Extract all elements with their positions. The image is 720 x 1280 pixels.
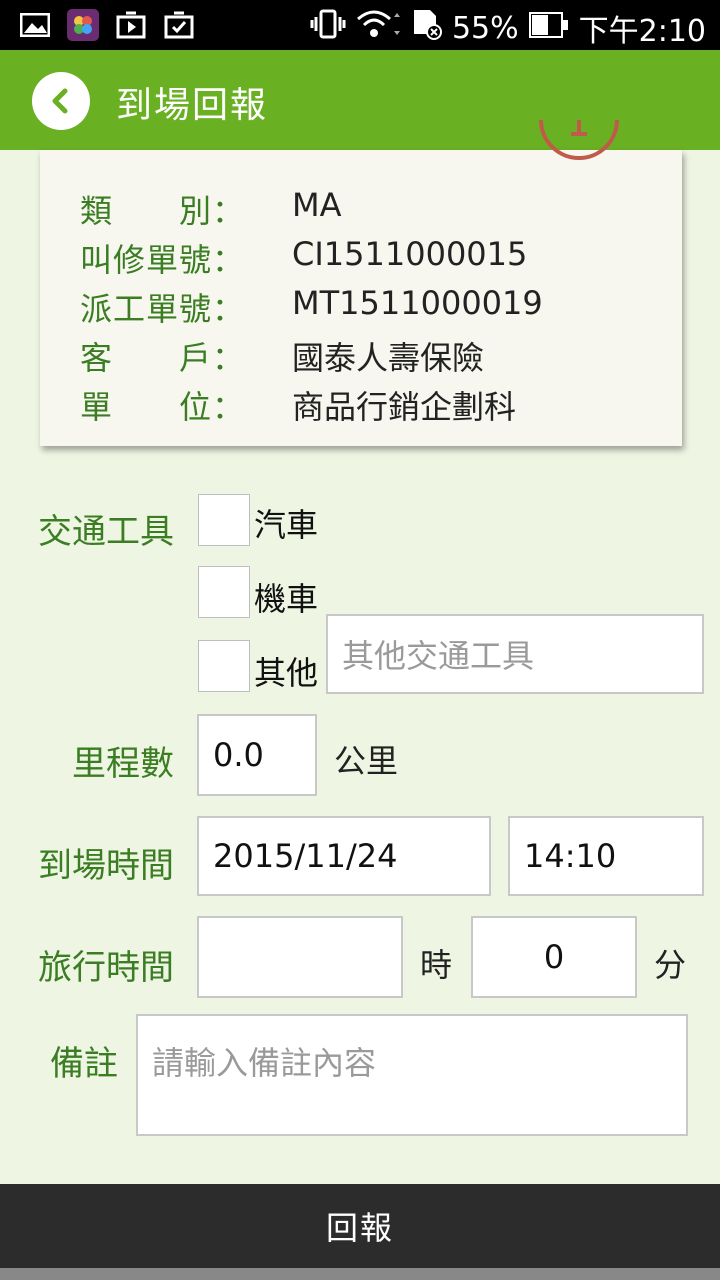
notification-icons xyxy=(18,8,196,42)
mileage-label: 里程數 xyxy=(72,744,174,784)
motorcycle-checkbox[interactable] xyxy=(198,566,250,618)
play-store-icon xyxy=(114,8,148,42)
travel-minutes-input[interactable]: 0 xyxy=(471,916,637,998)
arrival-date-input[interactable]: 2015/11/24 xyxy=(197,816,491,896)
submit-button-label: 回報 xyxy=(325,1209,394,1247)
info-label: 叫修單號： xyxy=(80,241,246,279)
info-value: 國泰人壽保險 xyxy=(292,339,485,377)
motorcycle-checkbox-label[interactable]: 機車 xyxy=(254,574,318,620)
car-checkbox[interactable] xyxy=(198,494,250,546)
wifi-icon xyxy=(356,9,400,47)
photos-icon xyxy=(66,8,100,42)
back-button[interactable] xyxy=(32,72,90,130)
car-checkbox-label[interactable]: 汽車 xyxy=(254,500,318,546)
info-label: 客 戶： xyxy=(80,339,246,377)
image-icon xyxy=(18,8,52,42)
shopping-bag-icon xyxy=(162,8,196,42)
travel-time-label: 旅行時間 xyxy=(38,948,174,988)
sd-card-icon xyxy=(410,8,442,48)
arrival-time-input[interactable]: 14:10 xyxy=(508,816,704,896)
other-transport-checkbox[interactable] xyxy=(198,640,250,692)
stamp-icon xyxy=(538,120,620,168)
travel-hours-unit: 時 xyxy=(420,946,453,984)
other-transport-checkbox-label[interactable]: 其他 xyxy=(254,648,318,694)
arrival-time-label: 到場時間 xyxy=(38,846,174,886)
info-label: 類 別： xyxy=(80,192,246,230)
battery-icon xyxy=(528,11,569,46)
chevron-left-icon xyxy=(52,88,68,114)
system-status: 55% 下午2:10 xyxy=(310,6,706,50)
note-textarea[interactable]: 請輸入備註內容 xyxy=(136,1014,688,1136)
travel-minutes-unit: 分 xyxy=(654,946,687,984)
info-value: CI1511000015 xyxy=(292,235,528,273)
info-value: MT1511000019 xyxy=(292,284,543,322)
mileage-input[interactable]: 0.0 xyxy=(197,714,317,796)
submit-button[interactable]: 回報 xyxy=(0,1184,720,1268)
info-value: 商品行銷企劃科 xyxy=(292,388,517,426)
info-label: 單 位： xyxy=(80,388,246,426)
status-bar: 55% 下午2:10 xyxy=(0,0,720,50)
vibrate-icon xyxy=(310,9,346,47)
clock: 下午2:10 xyxy=(578,14,706,49)
note-label: 備註 xyxy=(50,1044,118,1084)
travel-hours-input[interactable] xyxy=(197,916,403,998)
mileage-unit: 公里 xyxy=(334,742,399,780)
battery-percent: 55% xyxy=(451,10,519,46)
info-label: 派工單號： xyxy=(80,290,246,328)
info-value: MA xyxy=(292,186,342,224)
work-order-info-card: 類 別： MA 叫修單號： CI1511000015 派工單號： MT15110… xyxy=(40,120,682,446)
navigation-strip xyxy=(0,1268,720,1280)
other-transport-input[interactable]: 其他交通工具 xyxy=(326,614,704,694)
transport-label: 交通工具 xyxy=(38,512,174,552)
page-title: 到場回報 xyxy=(116,85,269,126)
